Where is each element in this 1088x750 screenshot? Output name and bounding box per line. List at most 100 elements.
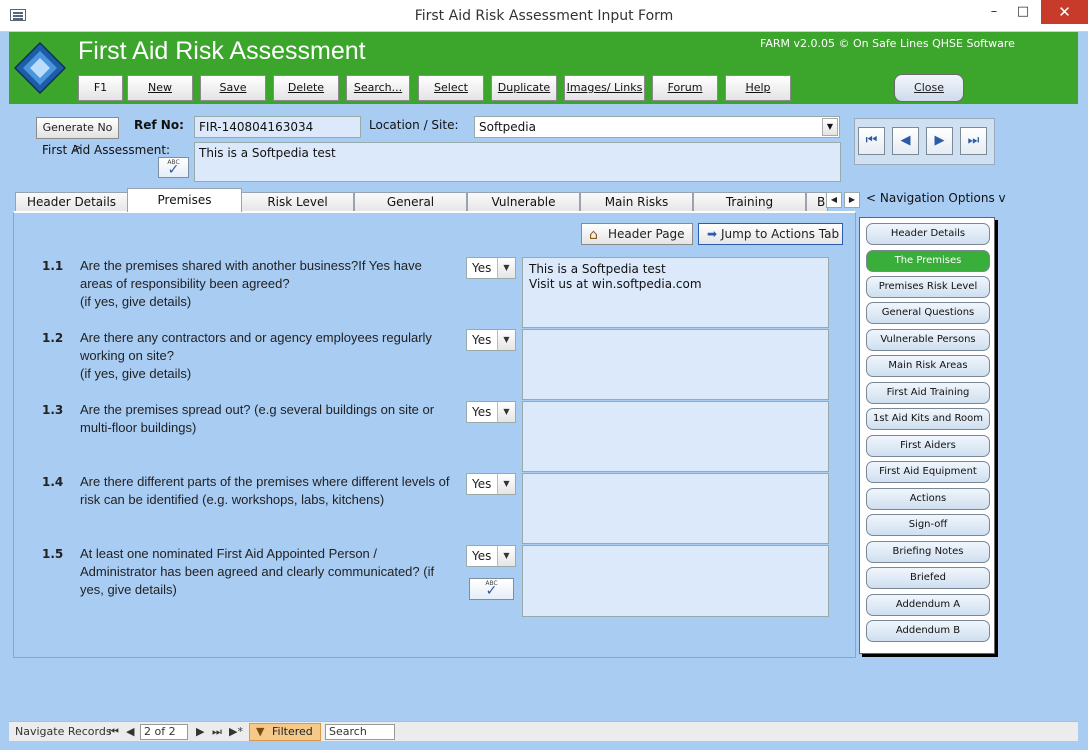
nav-sign-off[interactable]: Sign-off (866, 514, 990, 536)
details-field[interactable] (522, 473, 829, 544)
answer-select[interactable]: Yes ▼ (466, 401, 516, 423)
chevron-down-icon[interactable]: ▼ (497, 474, 515, 494)
answer-value: Yes (472, 549, 492, 563)
nav-first-aid-equipment[interactable]: First Aid Equipment (866, 461, 990, 483)
close-window-button[interactable]: ✕ (1041, 0, 1088, 24)
details-field[interactable] (522, 329, 829, 400)
answer-select[interactable]: Yes ▼ (466, 329, 516, 351)
search-button-label: Search... (353, 81, 403, 94)
chevron-down-icon[interactable]: ▼ (497, 546, 515, 566)
tab-main-risks[interactable]: Main Risks (580, 192, 693, 212)
next-record-icon[interactable]: ▶ (926, 127, 953, 155)
nav-main-risk-areas[interactable]: Main Risk Areas (866, 355, 990, 377)
details-field[interactable] (522, 545, 829, 617)
next-record-icon[interactable]: ▶ (196, 725, 204, 738)
duplicate-button[interactable]: Duplicate (491, 75, 557, 101)
new-record-icon[interactable]: ▶* (229, 725, 243, 738)
delete-button[interactable]: Delete (273, 75, 339, 101)
f1-button-label: F1 (93, 81, 108, 94)
maximize-button[interactable]: □ (1006, 0, 1040, 24)
chevron-down-icon[interactable]: ▼ (822, 118, 838, 136)
select-button-label: Select (434, 81, 468, 94)
filtered-label: Filtered (272, 725, 313, 738)
nav-briefing-notes[interactable]: Briefing Notes (866, 541, 990, 563)
images-links-button-label: Images/ Links (566, 81, 643, 94)
nav-the-premises[interactable]: The Premises (866, 250, 990, 272)
record-number-input[interactable]: 2 of 2 (140, 724, 188, 740)
chevron-down-icon[interactable]: ▼ (497, 330, 515, 350)
chevron-down-icon[interactable]: ▼ (497, 258, 515, 278)
answer-select[interactable]: Yes ▼ (466, 257, 516, 279)
question-number: 1.5 (42, 547, 64, 561)
ref-no-field[interactable]: FIR-140804163034 (194, 116, 361, 138)
first-record-icon[interactable]: ⏮ (858, 127, 885, 155)
tab-training[interactable]: Training (693, 192, 806, 212)
question-text: Are there different parts of the premise… (80, 474, 450, 507)
tab-general[interactable]: General (354, 192, 467, 212)
save-button[interactable]: Save (200, 75, 266, 101)
nav-addendum-b[interactable]: Addendum B (866, 620, 990, 642)
question-text: Are there any contractors and or agency … (80, 330, 432, 381)
help-button-label: Help (745, 81, 771, 94)
nav-briefed[interactable]: Briefed (866, 567, 990, 589)
nav-premises-risk-level[interactable]: Premises Risk Level (866, 276, 990, 298)
generate-number-button[interactable]: Generate No > (36, 117, 119, 154)
nav-first-aid-training[interactable]: First Aid Training (866, 382, 990, 404)
tab-vulnerable[interactable]: Vulnerable (467, 192, 580, 212)
location-label: Location / Site: (369, 118, 459, 132)
search-input[interactable]: Search (325, 724, 395, 740)
assessment-field[interactable]: This is a Softpedia test (194, 142, 841, 182)
location-select[interactable]: Softpedia ▼ (474, 116, 840, 138)
previous-record-icon[interactable]: ◀ (892, 127, 919, 155)
nav-actions[interactable]: Actions (866, 488, 990, 510)
home-icon: ⌂ (589, 227, 598, 243)
filter-icon: ▼ (256, 725, 265, 738)
nav-general-questions[interactable]: General Questions (866, 302, 990, 324)
help-button[interactable]: Help (725, 75, 791, 101)
spellcheck-icon[interactable] (158, 157, 189, 178)
nav-addendum-a[interactable]: Addendum A (866, 594, 990, 616)
last-record-icon[interactable]: ⏭ (212, 725, 222, 739)
spellcheck-icon[interactable] (469, 578, 514, 600)
tab-risk-level[interactable]: Risk Level (241, 192, 354, 212)
search-button[interactable]: Search... (346, 75, 410, 101)
record-navigation: ⏮ ◀ ▶ ⏭ (854, 118, 995, 165)
chevron-down-icon[interactable]: ▼ (497, 402, 515, 422)
tab-premises[interactable]: Premises (127, 188, 242, 212)
header-page-label: Header Page (608, 227, 685, 241)
tab-scroll-left-icon[interactable]: ◀ (826, 192, 842, 208)
nav-first-aiders[interactable]: First Aiders (866, 435, 990, 457)
filtered-toggle[interactable]: ▼ Filtered (249, 723, 321, 741)
forum-button-label: Forum (667, 81, 703, 94)
location-value: Softpedia (479, 120, 536, 134)
f1-button[interactable]: F1 (78, 75, 123, 101)
images-links-button[interactable]: Images/ Links (564, 75, 645, 101)
navigation-options-title[interactable]: < Navigation Options v (866, 191, 1006, 205)
answer-select[interactable]: Yes ▼ (466, 473, 516, 495)
tab-more[interactable]: B (806, 192, 828, 212)
navigate-records-label: Navigate Records (15, 725, 112, 738)
forum-button[interactable]: Forum (652, 75, 718, 101)
nav-first-aid-kits[interactable]: 1st Aid Kits and Room (866, 408, 990, 430)
close-form-button[interactable]: Close (894, 74, 964, 102)
new-button[interactable]: New (127, 75, 193, 101)
question-number: 1.1 (42, 259, 64, 273)
details-field[interactable] (522, 401, 829, 472)
nav-vulnerable-persons[interactable]: Vulnerable Persons (866, 329, 990, 351)
new-button-label: New (148, 81, 172, 94)
details-field[interactable]: This is a Softpedia test Visit us at win… (522, 257, 829, 328)
select-button[interactable]: Select (418, 75, 484, 101)
header-page-button[interactable]: ⌂ Header Page (581, 223, 693, 245)
version-text: FARM v2.0.05 © On Safe Lines QHSE Softwa… (760, 37, 1015, 50)
save-button-label: Save (219, 81, 247, 94)
nav-header-details[interactable]: Header Details (866, 223, 990, 245)
first-record-icon[interactable]: ⏮ (109, 725, 119, 739)
previous-record-icon[interactable]: ◀ (126, 725, 134, 738)
jump-to-actions-button[interactable]: ➡ Jump to Actions Tab (698, 223, 843, 245)
answer-select[interactable]: Yes ▼ (466, 545, 516, 567)
last-record-icon[interactable]: ⏭ (960, 127, 987, 155)
tab-scroll-right-icon[interactable]: ▶ (844, 192, 860, 208)
tab-header-details[interactable]: Header Details (15, 192, 128, 212)
assessment-label: First Aid Assessment: (42, 143, 171, 157)
answer-value: Yes (472, 333, 492, 347)
